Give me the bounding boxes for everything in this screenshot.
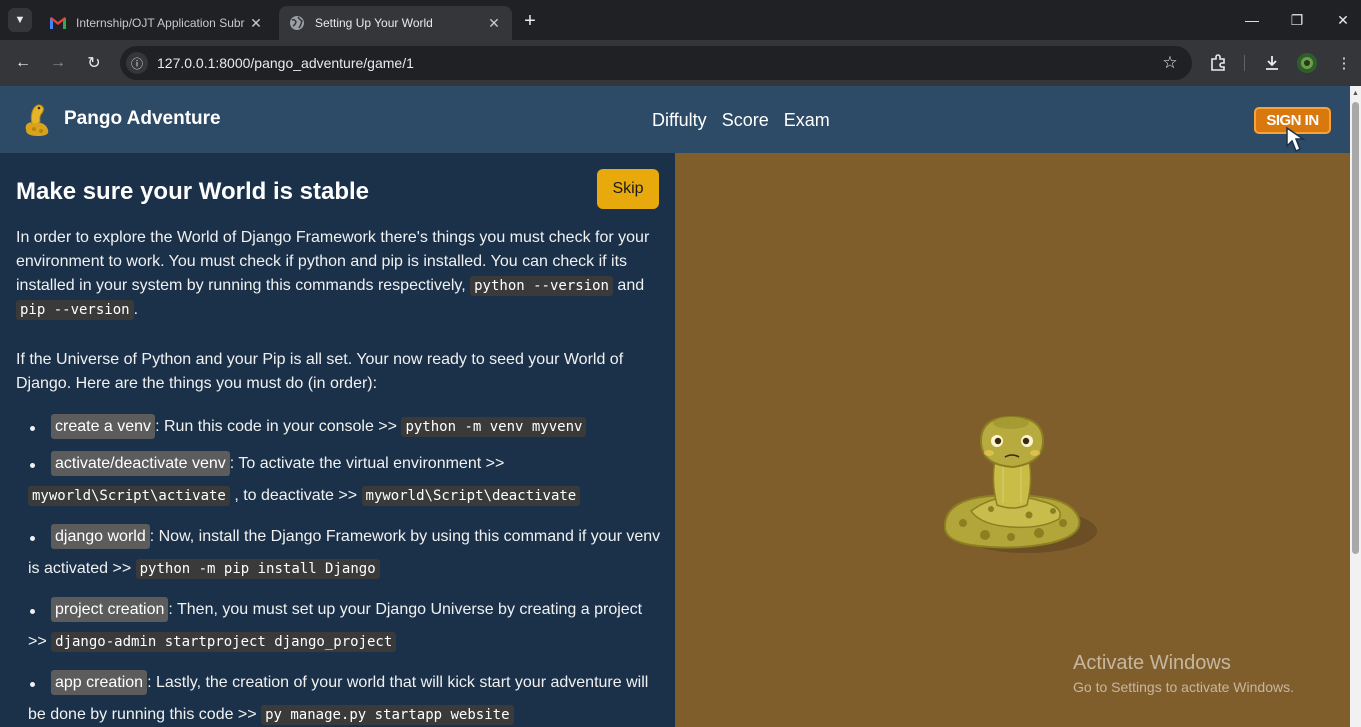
code-snippet: python -m pip install Django [135,559,380,579]
windows-activation-watermark: Activate Windows Go to Settings to activ… [1073,652,1294,695]
window-close-icon[interactable]: ✕ [1329,6,1357,34]
download-icon[interactable] [1260,51,1284,75]
globe-icon [289,15,305,31]
reload-icon[interactable]: ↻ [81,50,107,76]
nav-link-difficulty[interactable]: Diffulty [652,110,707,131]
tab-close-icon[interactable]: ✕ [248,15,264,31]
page-scrollbar[interactable]: ▲ [1350,86,1361,727]
nav-link-exam[interactable]: Exam [784,110,830,131]
mouse-cursor-icon [1286,126,1306,153]
tab-search-button[interactable]: ▼ [8,8,32,32]
tab-title: Internship/OJT Application Subr [76,16,245,30]
watermark-subtitle: Go to Settings to activate Windows. [1073,679,1294,695]
tab-setting-up-world[interactable]: Setting Up Your World ✕ [279,6,512,40]
restore-icon[interactable]: ❐ [1283,6,1311,34]
browser-tab-strip: ▼ Internship/OJT Application Subr ✕ Sett… [0,0,1361,40]
step-text: , to deactivate >> [229,487,362,504]
code-snippet: py manage.py startapp website [261,705,514,725]
code-snippet: python --version [470,276,613,296]
new-tab-plus-icon[interactable]: + [518,9,542,33]
intro-paragraph: In order to explore the World of Django … [16,226,661,322]
forward-arrow-icon[interactable]: → [45,50,71,76]
step-text: : Run this code in your console >> [155,418,402,435]
list-item: app creation: Lastly, the creation of yo… [28,667,663,727]
site-info-icon[interactable]: ⓘ [126,52,148,74]
web-page: Pango Adventure Diffulty Score Exam SIGN… [0,86,1350,727]
snake-character [943,415,1097,553]
brand[interactable]: Pango Adventure [20,100,221,138]
code-snippet: myworld\Script\activate [28,486,230,506]
code-snippet: python -m venv myvenv [401,417,587,437]
step-tag: create a venv [51,414,156,439]
step-tag: activate/deactivate venv [51,451,230,476]
list-item: project creation: Then, you must set up … [28,594,663,658]
step-text: : To activate the virtual environment >> [229,455,505,472]
code-snippet: pip --version [16,300,134,320]
toolbar-divider [1244,55,1245,71]
nav-links: Diffulty Score Exam [652,110,830,131]
tab-close-icon[interactable]: ✕ [486,15,502,31]
scrollbar-thumb[interactable] [1352,102,1359,554]
minimize-icon[interactable]: — [1238,6,1266,34]
game-panel [675,153,1350,727]
back-arrow-icon[interactable]: ← [10,50,36,76]
list-item: django world: Now, install the Django Fr… [28,521,663,585]
step-tag: app creation [51,670,148,695]
browser-toolbar: ← → ↻ ⓘ 127.0.0.1:8000/pango_adventure/g… [0,40,1361,86]
setup-paragraph: If the Universe of Python and your Pip i… [16,351,624,392]
list-item: activate/deactivate venv: To activate th… [28,448,663,512]
step-tag: django world [51,524,150,549]
code-snippet: django-admin startproject django_project [51,632,397,652]
intro-text: . [133,301,139,318]
scroll-up-arrow-icon[interactable]: ▲ [1352,90,1359,97]
step-tag: project creation [51,597,169,622]
snake-logo-icon [25,104,49,136]
address-bar[interactable]: ⓘ 127.0.0.1:8000/pango_adventure/game/1 … [120,46,1192,80]
brand-name: Pango Adventure [64,108,221,129]
tab-title: Setting Up Your World [315,16,433,30]
gmail-icon [50,15,66,31]
list-item: create a venv: Run this code in your con… [28,411,663,443]
intro-text: and [612,277,645,294]
bookmark-star-icon[interactable]: ☆ [1156,53,1184,73]
menu-kebab-icon[interactable]: ⋮ [1332,51,1356,75]
extensions-puzzle-icon[interactable] [1206,51,1230,75]
page-title: Make sure your World is stable [16,178,370,205]
watermark-title: Activate Windows [1073,652,1231,674]
site-navbar: Pango Adventure Diffulty Score Exam SIGN… [0,86,1350,153]
tab-gmail[interactable]: Internship/OJT Application Subr ✕ [40,6,274,40]
steps-list: create a venv: Run this code in your con… [28,411,663,727]
instructions-panel: Make sure your World is stable Skip In o… [0,153,675,727]
code-snippet: myworld\Script\deactivate [361,486,581,506]
skip-button[interactable]: Skip [597,169,659,209]
url-text[interactable]: 127.0.0.1:8000/pango_adventure/game/1 [157,55,1156,71]
profile-avatar-icon[interactable] [1295,51,1319,75]
nav-link-score[interactable]: Score [722,110,769,131]
